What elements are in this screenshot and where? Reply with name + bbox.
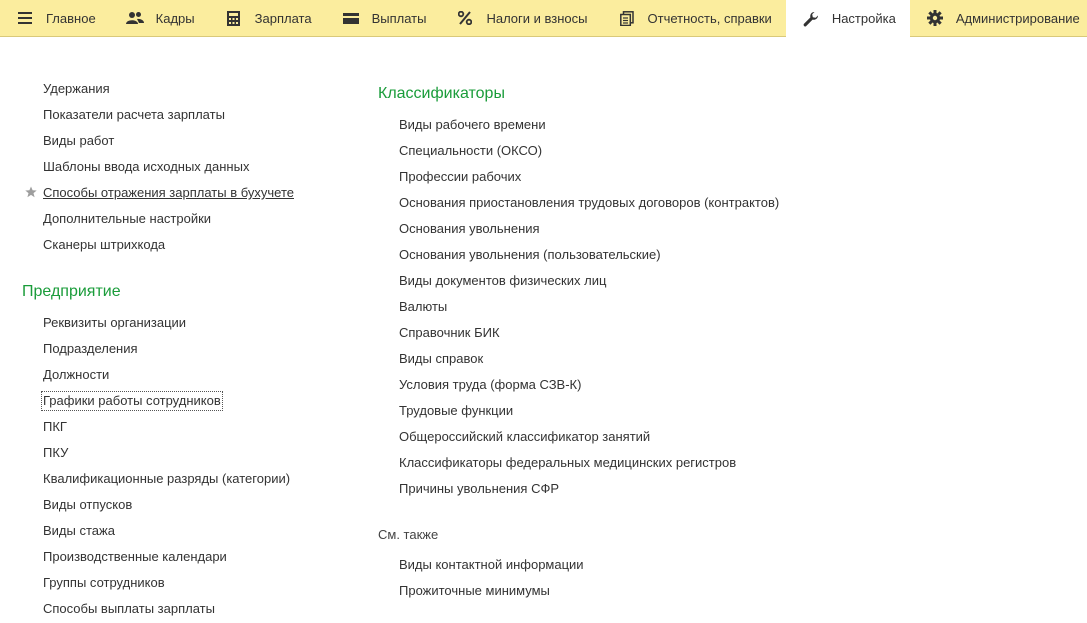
link-work-time-types[interactable]: Виды рабочего времени [399, 117, 546, 133]
tab-label: Налоги и взносы [486, 10, 588, 26]
link-seniority-types[interactable]: Виды стажа [43, 523, 115, 539]
tab-label: Зарплата [254, 10, 312, 26]
link-positions[interactable]: Должности [43, 367, 109, 383]
tab-label: Кадры [155, 10, 195, 26]
link-labor-functions[interactable]: Трудовые функции [399, 403, 513, 419]
link-input-templates[interactable]: Шаблоны ввода исходных данных [43, 159, 249, 175]
settings-panel: Удержания Показатели расчета зарплаты Ви… [0, 37, 1087, 623]
tab-label: Администрирование [955, 10, 1080, 26]
link-qualification-grades[interactable]: Квалификационные разряды (категории) [43, 471, 290, 487]
link-contact-info-types[interactable]: Виды контактной информации [399, 557, 584, 573]
link-payroll-indicators[interactable]: Показатели расчета зарплаты [43, 107, 225, 123]
hamburger-icon [16, 9, 34, 27]
wallet-icon [342, 9, 360, 27]
link-departments[interactable]: Подразделения [43, 341, 138, 357]
link-pkg[interactable]: ПКГ [43, 419, 67, 435]
tab-main[interactable]: Главное [0, 0, 110, 36]
tab-administration[interactable]: Администрирование [910, 0, 1087, 36]
link-medical-registers[interactable]: Классификаторы федеральных медицинских р… [399, 455, 736, 471]
favorite-star-icon[interactable] [25, 186, 37, 198]
link-deductions[interactable]: Удержания [43, 81, 110, 97]
link-leave-types[interactable]: Виды отпусков [43, 497, 132, 513]
link-dismissal-grounds[interactable]: Основания увольнения [399, 221, 540, 237]
tab-label: Отчетность, справки [647, 10, 772, 26]
link-payout-methods[interactable]: Способы выплаты зарплаты [43, 601, 215, 617]
calculator-icon [225, 9, 243, 27]
tab-personnel[interactable]: Кадры [110, 0, 209, 36]
wrench-icon [802, 10, 820, 28]
link-accounting-reflection[interactable]: Способы отражения зарплаты в бухучете [43, 185, 294, 201]
link-specialties-okso[interactable]: Специальности (ОКСО) [399, 143, 542, 159]
tab-label: Настройка [831, 11, 896, 26]
link-pku[interactable]: ПКУ [43, 445, 68, 461]
link-work-conditions[interactable]: Условия труда (форма СЗВ-К) [399, 377, 581, 393]
main-menu-bar: Главное Кадры Зарплата Выплаты Налоги и … [0, 0, 1087, 37]
link-occupations-classifier[interactable]: Общероссийский классификатор занятий [399, 429, 650, 445]
link-dismissal-grounds-custom[interactable]: Основания увольнения (пользовательские) [399, 247, 661, 263]
percent-icon [456, 9, 474, 27]
link-id-document-types[interactable]: Виды документов физических лиц [399, 273, 606, 289]
link-barcode-scanners[interactable]: Сканеры штрихкода [43, 237, 165, 253]
tab-label: Главное [46, 10, 96, 26]
tab-salary[interactable]: Зарплата [209, 0, 326, 36]
link-production-calendars[interactable]: Производственные календари [43, 549, 227, 565]
tab-reports[interactable]: Отчетность, справки [602, 0, 786, 36]
tab-taxes[interactable]: Налоги и взносы [440, 0, 601, 36]
tab-label: Выплаты [371, 10, 427, 26]
link-additional-settings[interactable]: Дополнительные настройки [43, 211, 211, 227]
link-work-schedules[interactable]: Графики работы сотрудников [41, 391, 223, 411]
link-certificate-types[interactable]: Виды справок [399, 351, 483, 367]
link-work-types[interactable]: Виды работ [43, 133, 114, 149]
link-sfr-dismissal-reasons[interactable]: Причины увольнения СФР [399, 481, 559, 497]
section-title-classifiers: Классификаторы [378, 85, 505, 102]
link-suspension-grounds[interactable]: Основания приостановления трудовых догов… [399, 195, 779, 211]
section-title-see-also: См. также [378, 527, 439, 542]
gear-icon [926, 9, 944, 27]
users-icon [125, 9, 144, 27]
section-title-enterprise: Предприятие [22, 283, 121, 300]
documents-icon [618, 9, 636, 27]
link-worker-professions[interactable]: Профессии рабочих [399, 169, 521, 185]
link-org-details[interactable]: Реквизиты организации [43, 315, 186, 331]
link-bik-directory[interactable]: Справочник БИК [399, 325, 500, 341]
tab-payments[interactable]: Выплаты [326, 0, 441, 36]
link-employee-groups[interactable]: Группы сотрудников [43, 575, 165, 591]
link-currencies[interactable]: Валюты [399, 299, 447, 315]
tab-settings[interactable]: Настройка [785, 0, 910, 37]
link-subsistence-minimums[interactable]: Прожиточные минимумы [399, 583, 550, 599]
